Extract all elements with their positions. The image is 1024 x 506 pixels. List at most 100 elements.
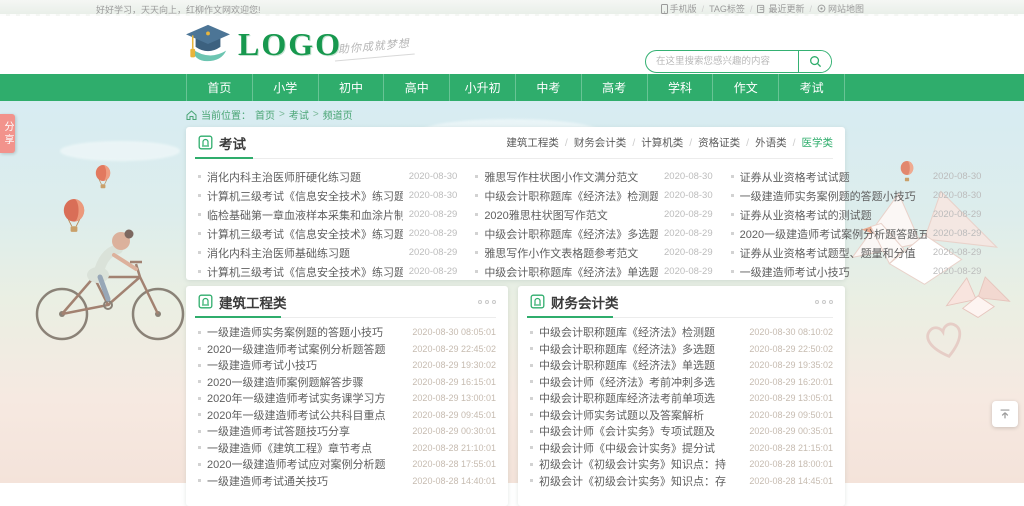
back-to-top-button[interactable] xyxy=(992,401,1018,427)
article-link[interactable]: 2020一级建造师考试应对案例分析题 xyxy=(207,456,406,472)
article-link[interactable]: 一级建造师实务案例题的答题小技巧 xyxy=(207,324,406,340)
tag-link[interactable]: TAG标签 xyxy=(709,2,745,15)
article-link[interactable]: 一级建造师考试小技巧 xyxy=(740,264,927,280)
article-link[interactable]: 消化内科主治医师基础练习题 xyxy=(207,245,403,261)
title-underline xyxy=(195,316,281,318)
search-button[interactable] xyxy=(798,51,831,72)
category-link[interactable]: 外语类 xyxy=(755,135,801,150)
nav-list: 首页 小学 初中 高中 小升初 中考 高考 学科 作文 考试 xyxy=(186,74,845,101)
breadcrumb-section[interactable]: 考试 xyxy=(289,107,309,122)
nav-item[interactable]: 高考 xyxy=(581,74,647,101)
site-logo[interactable]: LOGO xyxy=(184,22,342,64)
article-link[interactable]: 消化内科主治医师肝硬化练习题 xyxy=(207,169,403,185)
article-link[interactable]: 临检基础第一章血液样本采集和血涂片制备试 xyxy=(207,207,403,223)
article-link[interactable]: 初级会计《初级会计实务》知识点：持 xyxy=(539,456,743,472)
bullet-dot xyxy=(731,194,734,197)
article-row: 中级会计职称题库《经济法》多选题 2020-08-29 22:50:02 xyxy=(530,341,833,358)
share-button[interactable]: 分享 xyxy=(0,114,15,153)
article-link[interactable]: 计算机三级考试《信息安全技术》练习题与答 xyxy=(207,226,403,242)
article-link[interactable]: 中级会计师《中级会计实务》提分试 xyxy=(539,440,743,456)
nav-item[interactable]: 小学 xyxy=(252,74,318,101)
article-link[interactable]: 中级会计职称题库《经济法》检测题 xyxy=(484,188,658,204)
article-link[interactable]: 证券从业资格考试题型、题量和分值 xyxy=(740,245,927,261)
article-link[interactable]: 计算机三级考试《信息安全技术》练习题及答 xyxy=(207,188,403,204)
heart-icon xyxy=(918,314,973,366)
nav-item[interactable]: 考试 xyxy=(778,74,845,101)
top-arrow-icon xyxy=(998,407,1012,421)
category-link[interactable]: 资格证类 xyxy=(698,135,755,150)
nav-item[interactable]: 小升初 xyxy=(449,74,515,101)
title-underline xyxy=(527,316,613,318)
breadcrumb-home[interactable]: 首页 xyxy=(255,107,275,122)
more-button[interactable] xyxy=(478,300,496,304)
article-link[interactable]: 2020一级建造师考试案例分析题答题 xyxy=(207,341,406,357)
article-row: 计算机三级考试《信息安全技术》练习题与答 2020-08-29 xyxy=(198,224,457,243)
nav-item[interactable]: 学科 xyxy=(647,74,713,101)
article-link[interactable]: 2020一级建造师案例题解答步骤 xyxy=(207,374,406,390)
article-link[interactable]: 中级会计职称题库《经济法》多选题 xyxy=(539,341,743,357)
search-input[interactable] xyxy=(646,51,798,72)
article-datetime: 2020-08-29 09:45:01 xyxy=(412,410,496,420)
bullet-dot xyxy=(198,232,201,235)
article-link[interactable]: 一级建造师实务案例题的答题小技巧 xyxy=(740,188,927,204)
article-row: 中级会计职称题库经济法考前单项选 2020-08-29 13:05:01 xyxy=(530,390,833,407)
article-link[interactable]: 中级会计职称题库《经济法》多选题练习 xyxy=(484,226,658,242)
article-link[interactable]: 计算机三级考试《信息安全技术》练习题含答 xyxy=(207,264,403,280)
article-link[interactable]: 中级会计职称题库《经济法》检测题 xyxy=(539,324,743,340)
recent-updates-link[interactable]: 最近更新 xyxy=(757,2,804,15)
sitemap-link[interactable]: 网站地图 xyxy=(817,2,864,15)
bullet-dot xyxy=(475,251,478,254)
article-link[interactable]: 一级建造师考试通关技巧 xyxy=(207,473,406,489)
section-icon xyxy=(198,135,213,150)
article-row: 临检基础第一章血液样本采集和血涂片制备试 2020-08-29 xyxy=(198,205,457,224)
article-link[interactable]: 2020一级建造师考试案例分析题答题五大要 xyxy=(740,226,927,242)
article-link[interactable]: 中级会计师实务试题以及答案解析 xyxy=(539,407,743,423)
article-link[interactable]: 初级会计《初级会计实务》知识点：存 xyxy=(539,473,743,489)
nav-item[interactable]: 首页 xyxy=(186,74,252,101)
bullet-dot xyxy=(198,270,201,273)
article-datetime: 2020-08-28 14:40:01 xyxy=(412,476,496,486)
article-row: 证券从业资格考试试题 2020-08-30 xyxy=(731,167,982,186)
bullet-dot xyxy=(731,175,734,178)
article-link[interactable]: 中级会计师《经济法》考前冲刺多选 xyxy=(539,374,743,390)
article-link[interactable]: 雅思写作柱状图小作文满分范文 xyxy=(484,169,658,185)
article-link[interactable]: 雅思写作小作文表格题参考范文 xyxy=(484,245,658,261)
article-link[interactable]: 中级会计师《会计实务》专项试题及 xyxy=(539,423,743,439)
article-row: 中级会计职称题库《经济法》单选题 2020-08-29 19:35:02 xyxy=(530,357,833,374)
article-row: 初级会计《初级会计实务》知识点：持 2020-08-28 18:00:01 xyxy=(530,456,833,473)
category-link[interactable]: 医学类 xyxy=(802,135,834,150)
bullet-dot xyxy=(530,380,533,383)
article-row: 中级会计职称题库《经济法》多选题练习 2020-08-29 xyxy=(475,224,712,243)
category-link[interactable]: 财务会计类 xyxy=(574,135,641,150)
article-link[interactable]: 中级会计职称题库《经济法》单选题练习 xyxy=(484,264,658,280)
category-link[interactable]: 计算机类 xyxy=(641,135,698,150)
bullet-dot xyxy=(530,430,533,433)
bullet-dot xyxy=(198,347,201,350)
article-link[interactable]: 2020年一级建造师考试公共科目重点 xyxy=(207,407,406,423)
article-link[interactable]: 2020雅思柱状图写作范文 xyxy=(484,207,658,223)
nav-item[interactable]: 高中 xyxy=(383,74,449,101)
article-link[interactable]: 证券从业资格考试的测试题 xyxy=(740,207,927,223)
article-datetime: 2020-08-28 18:00:01 xyxy=(749,459,833,469)
article-link[interactable]: 2020年一级建造师考试实务课学习方 xyxy=(207,390,406,406)
category-link[interactable]: 建筑工程类 xyxy=(506,135,573,150)
article-row: 一级建造师实务案例题的答题小技巧 2020-08-30 08:05:01 xyxy=(198,324,496,341)
breadcrumb: 当前位置： 首页 > 考试 > 频道页 xyxy=(186,107,353,122)
nav-item[interactable]: 作文 xyxy=(712,74,778,101)
article-link[interactable]: 一级建造师《建筑工程》章节考点 xyxy=(207,440,406,456)
finance-card-header: 财务会计类 xyxy=(530,286,833,318)
article-link[interactable]: 一级建造师考试小技巧 xyxy=(207,357,406,373)
article-date: 2020-08-29 xyxy=(664,209,713,220)
bullet-dot xyxy=(198,175,201,178)
bullet-dot xyxy=(198,446,201,449)
article-datetime: 2020-08-28 14:45:01 xyxy=(749,476,833,486)
article-link[interactable]: 中级会计职称题库《经济法》单选题 xyxy=(539,357,743,373)
more-button[interactable] xyxy=(815,300,833,304)
bullet-dot xyxy=(475,194,478,197)
article-link[interactable]: 中级会计职称题库经济法考前单项选 xyxy=(539,390,743,406)
mobile-version-link[interactable]: 手机版 xyxy=(661,2,697,15)
nav-item[interactable]: 中考 xyxy=(515,74,581,101)
nav-item[interactable]: 初中 xyxy=(318,74,384,101)
article-link[interactable]: 证券从业资格考试试题 xyxy=(740,169,927,185)
article-link[interactable]: 一级建造师考试答题技巧分享 xyxy=(207,423,406,439)
